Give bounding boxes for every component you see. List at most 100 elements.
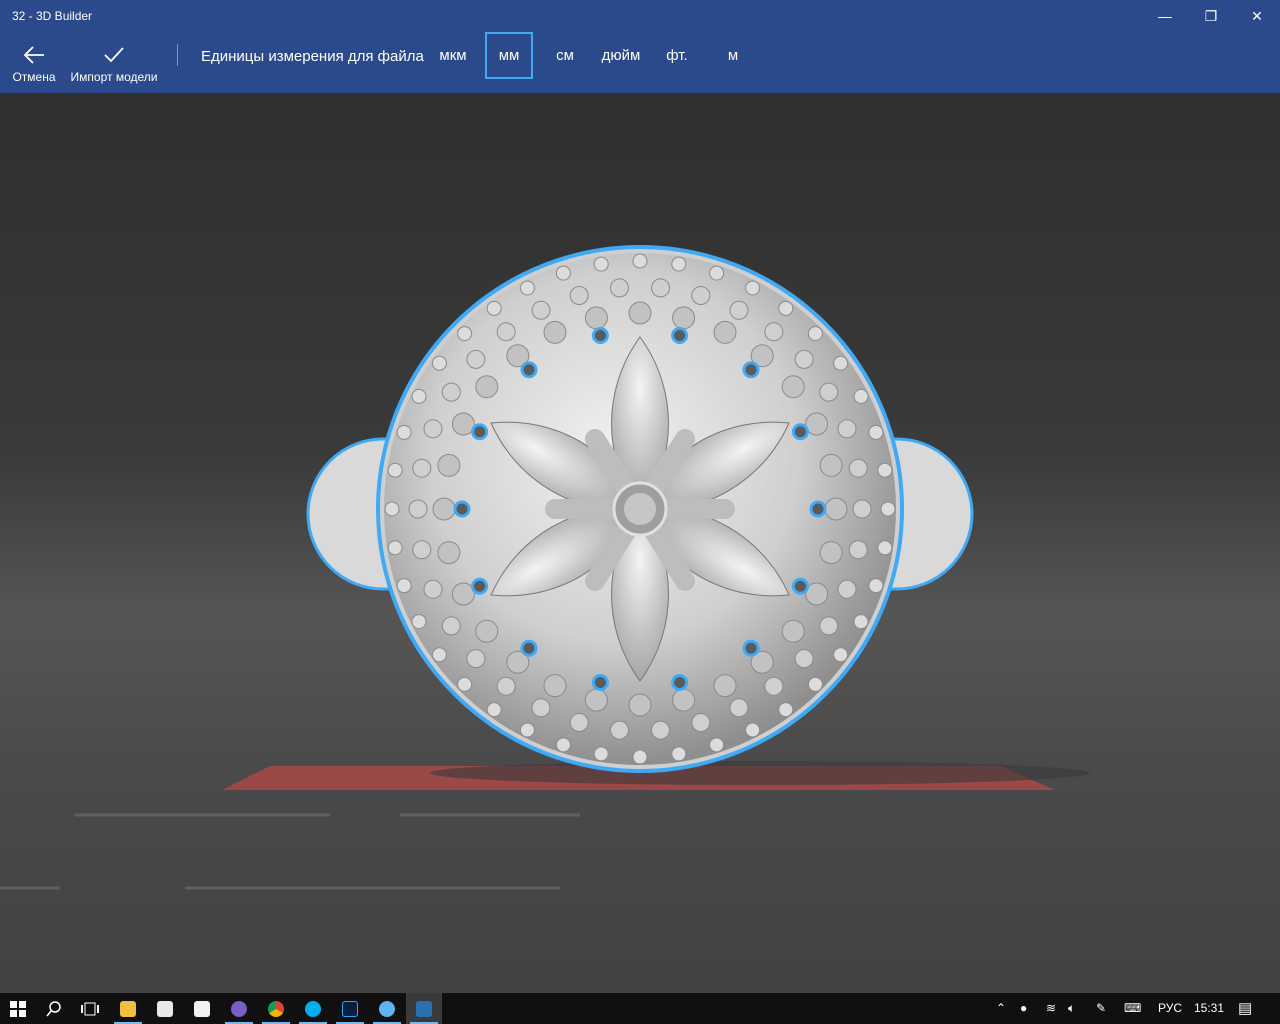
bead [819,382,839,402]
bead [868,424,884,440]
bead [853,614,869,630]
bead [531,300,551,320]
taskbar-photoshop[interactable] [332,993,368,1024]
bead [496,322,516,342]
bead [791,577,809,595]
maximize-button[interactable]: ❐ [1188,0,1234,32]
bead [672,688,696,712]
taskbar-file-explorer[interactable] [110,993,146,1024]
bead [880,501,896,517]
taskbar-viber[interactable] [221,993,257,1024]
bead [651,278,670,298]
clock[interactable]: 15:31 [1194,993,1224,1024]
bead [729,300,749,320]
bead [671,674,689,691]
bead [853,388,869,404]
bead [745,722,761,738]
pen-icon[interactable]: ✎ [1096,993,1106,1024]
unit-option-mm[interactable]: мм [485,32,533,79]
bead [520,639,538,657]
task-view-icon [81,1002,99,1015]
bead [475,375,499,399]
bead [628,301,652,325]
bead [591,674,609,691]
bead [569,713,589,732]
volume-icon[interactable]: 🔈︎ [1068,993,1075,1024]
bead [852,499,872,519]
unit-option-cm[interactable]: см [545,32,585,79]
bead [396,578,412,594]
tray-overflow-icon[interactable]: ⌃ [996,993,1006,1024]
unit-label: мкм [439,47,467,64]
bead [837,419,857,439]
bead [610,278,629,298]
taskbar-browser[interactable] [369,993,405,1024]
bead [423,419,443,439]
minimize-button[interactable]: — [1142,0,1188,32]
notifications-icon[interactable]: ▤ [1238,993,1252,1024]
unit-label: м [727,47,739,64]
skype-icon [305,1000,321,1017]
unit-option-ft[interactable]: фт. [657,32,697,79]
taskbar-store[interactable] [184,993,220,1024]
bead [431,647,447,663]
bead [713,320,737,344]
wifi-icon[interactable]: ≋ [1046,993,1056,1024]
search-button[interactable] [36,993,72,1024]
3d-viewport[interactable] [0,93,1280,993]
unit-label: дюйм [601,47,641,64]
bead [672,306,696,330]
bead [742,639,760,657]
bead [555,737,571,753]
taskbar-chrome[interactable] [258,993,294,1024]
bead [432,497,456,521]
chrome-icon [268,1000,284,1017]
language-indicator[interactable]: РУС [1158,993,1182,1024]
unit-option-m[interactable]: м [717,32,749,79]
cancel-button[interactable]: Отмена [6,32,62,93]
bead [412,540,432,560]
bead [593,746,609,762]
bead [848,458,868,478]
start-button[interactable] [0,993,36,1024]
bead [520,361,538,379]
taskbar-skype[interactable] [295,993,331,1024]
bead [591,327,609,344]
bead [807,326,823,342]
unit-option-inch[interactable]: дюйм [595,32,647,79]
bead [819,616,839,636]
import-model-label: Импорт модели [70,70,158,84]
task-view-button[interactable] [72,993,108,1024]
import-model-button[interactable]: Импорт модели [66,32,162,93]
model-shadow [430,761,1090,785]
bead [848,540,868,560]
bead [543,320,567,344]
unit-option-um[interactable]: мкм [431,32,475,79]
bead [794,349,814,369]
bead [671,746,687,762]
bead [408,499,428,519]
bead [833,647,849,663]
toolbar-divider [177,44,178,66]
bead [437,541,461,565]
bead [486,702,502,718]
unit-label: мм [498,47,520,64]
bead [819,541,843,565]
tray-viber-icon[interactable]: ● [1020,993,1027,1024]
bead [632,749,648,765]
bead [833,355,849,371]
bead [819,453,843,477]
bead [691,286,711,305]
taskbar-calculator[interactable] [147,993,183,1024]
bead [531,698,551,718]
bead [396,424,412,440]
bead [423,579,443,599]
cancel-label: Отмена [12,70,56,84]
keyboard-icon[interactable]: ⌨ [1124,993,1141,1024]
bead [451,412,475,436]
close-button[interactable]: ✕ [1234,0,1280,32]
bead [519,722,535,738]
bead [555,265,571,281]
bead [411,614,427,630]
taskbar-3d-builder[interactable] [406,993,442,1024]
